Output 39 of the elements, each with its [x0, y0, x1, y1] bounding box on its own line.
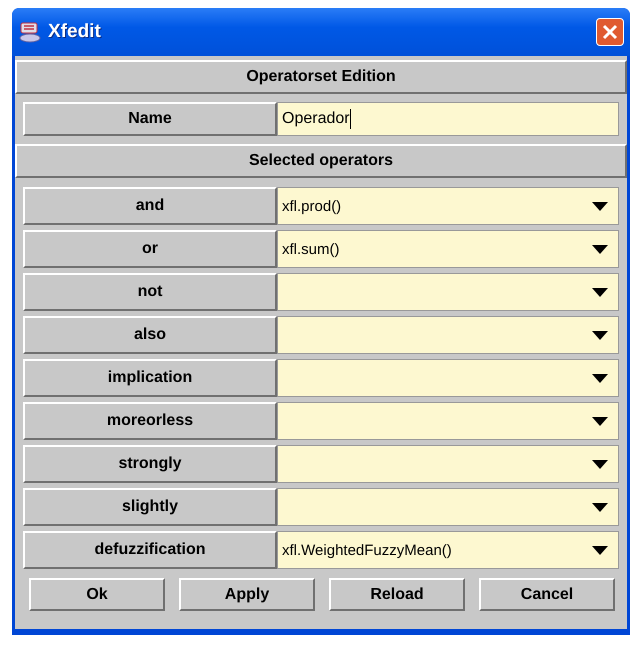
operator-label: or — [23, 230, 277, 268]
operator-label: moreorless — [23, 402, 277, 440]
operator-label: defuzzification — [23, 531, 277, 569]
operator-dropdown[interactable] — [277, 445, 619, 483]
name-field[interactable]: Operador — [277, 102, 619, 136]
operator-label: not — [23, 273, 277, 311]
operator-dropdown[interactable] — [277, 359, 619, 397]
dropdown-arrow-icon — [592, 330, 608, 340]
field-label: Name — [23, 102, 277, 136]
dropdown-arrow-icon — [592, 416, 608, 426]
operator-dropdown[interactable]: xfl.WeightedFuzzyMean() — [277, 531, 619, 569]
operator-label: implication — [23, 359, 277, 397]
operator-dropdown[interactable]: xfl.prod() — [277, 187, 619, 225]
operator-label: strongly — [23, 445, 277, 483]
dropdown-arrow-icon — [592, 244, 608, 254]
section-header: Selected operators — [15, 144, 627, 178]
dialog-button[interactable]: Cancel — [479, 578, 615, 611]
app-icon — [18, 21, 42, 43]
dropdown-arrow-icon — [592, 460, 608, 468]
dialog-button[interactable]: Reload — [329, 578, 465, 611]
window-title: Xfedit — [48, 21, 102, 43]
operator-dropdown[interactable] — [277, 488, 619, 526]
close-button[interactable] — [596, 18, 624, 46]
dropdown-arrow-icon — [592, 502, 608, 512]
operator-label: and — [23, 187, 277, 225]
operator-dropdown[interactable] — [277, 402, 619, 440]
dropdown-arrow-icon — [592, 202, 608, 210]
operator-label: slightly — [23, 488, 277, 526]
dialog-button[interactable]: Ok — [29, 578, 165, 611]
operator-dropdown[interactable] — [277, 316, 619, 354]
section-header: Operatorset Edition — [15, 60, 627, 94]
operator-dropdown[interactable] — [277, 273, 619, 311]
operator-label: also — [23, 316, 277, 354]
dropdown-arrow-icon — [592, 288, 608, 296]
operator-dropdown[interactable]: xfl.sum() — [277, 230, 619, 268]
dropdown-arrow-icon — [592, 374, 608, 382]
dialog-button[interactable]: Apply — [179, 578, 315, 611]
dropdown-arrow-icon — [592, 546, 608, 554]
close-icon — [601, 23, 619, 41]
